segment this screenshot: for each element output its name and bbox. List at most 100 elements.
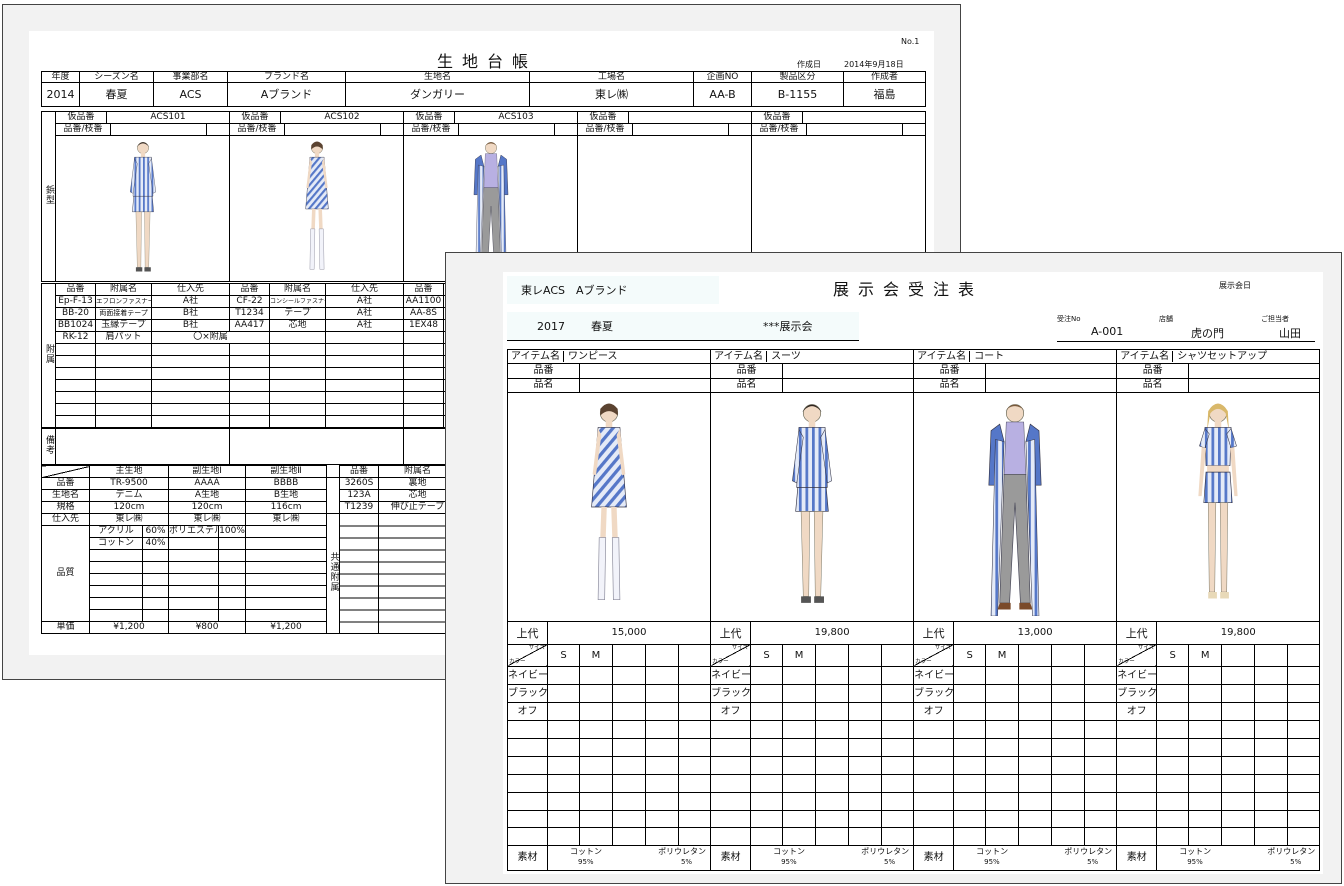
qty-cell[interactable]	[1254, 720, 1289, 739]
qty-cell[interactable]	[1221, 684, 1256, 704]
qty-cell[interactable]	[1287, 702, 1321, 721]
qty-cell[interactable]	[1156, 737, 1190, 757]
qty-cell[interactable]	[1254, 773, 1289, 793]
qty-cell[interactable]	[750, 827, 784, 847]
qty-cell[interactable]	[985, 720, 1020, 739]
qty-cell[interactable]	[782, 809, 817, 829]
qty-cell[interactable]	[1051, 827, 1086, 847]
qty-cell[interactable]	[1221, 791, 1256, 811]
qty-cell[interactable]	[612, 809, 646, 829]
qty-cell[interactable]	[881, 809, 915, 829]
qty-cell[interactable]	[1287, 755, 1321, 775]
qty-cell[interactable]	[848, 827, 883, 847]
qty-cell[interactable]	[985, 809, 1020, 829]
qty-cell[interactable]	[1188, 773, 1223, 793]
qty-cell[interactable]	[953, 755, 987, 775]
qty-cell[interactable]	[1018, 684, 1053, 704]
qty-cell[interactable]	[815, 737, 850, 757]
qty-cell[interactable]	[848, 720, 883, 739]
qty-cell[interactable]	[815, 773, 850, 793]
qty-cell[interactable]	[612, 720, 646, 739]
qty-cell[interactable]	[750, 737, 784, 757]
qty-cell[interactable]	[782, 827, 817, 847]
qty-cell[interactable]	[985, 827, 1020, 847]
qty-cell[interactable]	[985, 755, 1020, 775]
qty-cell[interactable]	[677, 809, 712, 829]
qty-cell[interactable]	[1287, 809, 1321, 829]
qty-cell[interactable]	[1254, 702, 1289, 721]
qty-cell[interactable]	[848, 737, 883, 757]
qty-cell[interactable]	[1254, 791, 1289, 811]
qty-cell[interactable]	[1051, 737, 1086, 757]
qty-cell[interactable]	[1084, 702, 1118, 721]
qty-cell[interactable]	[547, 791, 580, 811]
qty-cell[interactable]	[750, 791, 784, 811]
qty-cell[interactable]	[848, 791, 883, 811]
qty-cell[interactable]	[547, 773, 580, 793]
qty-cell[interactable]	[1018, 737, 1053, 757]
qty-cell[interactable]	[1188, 737, 1223, 757]
qty-cell[interactable]	[547, 809, 580, 829]
qty-cell[interactable]	[547, 755, 580, 775]
qty-cell[interactable]	[1254, 684, 1289, 704]
qty-cell[interactable]	[677, 827, 712, 847]
qty-cell[interactable]	[1188, 827, 1223, 847]
qty-cell[interactable]	[750, 702, 784, 721]
qty-cell[interactable]	[953, 666, 987, 686]
qty-cell[interactable]	[1287, 827, 1321, 847]
qty-cell[interactable]	[677, 791, 712, 811]
qty-cell[interactable]	[1018, 702, 1053, 721]
qty-cell[interactable]	[1084, 684, 1118, 704]
qty-cell[interactable]	[612, 737, 646, 757]
qty-cell[interactable]	[848, 755, 883, 775]
qty-cell[interactable]	[579, 755, 613, 775]
qty-cell[interactable]	[1188, 791, 1223, 811]
qty-cell[interactable]	[612, 666, 646, 686]
qty-cell[interactable]	[1221, 666, 1256, 686]
qty-cell[interactable]	[985, 773, 1020, 793]
qty-cell[interactable]	[645, 737, 679, 757]
qty-cell[interactable]	[612, 684, 646, 704]
qty-cell[interactable]	[677, 773, 712, 793]
qty-cell[interactable]	[1018, 827, 1053, 847]
qty-cell[interactable]	[1051, 666, 1086, 686]
qty-cell[interactable]	[881, 827, 915, 847]
qty-cell[interactable]	[579, 773, 613, 793]
qty-cell[interactable]	[1188, 666, 1223, 686]
qty-cell[interactable]	[579, 684, 613, 704]
qty-cell[interactable]	[815, 755, 850, 775]
qty-cell[interactable]	[1156, 702, 1190, 721]
qty-cell[interactable]	[1188, 684, 1223, 704]
qty-cell[interactable]	[1156, 684, 1190, 704]
qty-cell[interactable]	[645, 684, 679, 704]
qty-cell[interactable]	[1188, 720, 1223, 739]
qty-cell[interactable]	[547, 684, 580, 704]
qty-cell[interactable]	[815, 702, 850, 721]
qty-cell[interactable]	[612, 791, 646, 811]
qty-cell[interactable]	[547, 827, 580, 847]
qty-cell[interactable]	[1084, 666, 1118, 686]
qty-cell[interactable]	[881, 773, 915, 793]
qty-cell[interactable]	[750, 720, 784, 739]
qty-cell[interactable]	[645, 809, 679, 829]
qty-cell[interactable]	[881, 755, 915, 775]
qty-cell[interactable]	[1287, 720, 1321, 739]
qty-cell[interactable]	[985, 737, 1020, 757]
qty-cell[interactable]	[612, 755, 646, 775]
qty-cell[interactable]	[1287, 684, 1321, 704]
qty-cell[interactable]	[677, 720, 712, 739]
qty-cell[interactable]	[1221, 720, 1256, 739]
qty-cell[interactable]	[1018, 755, 1053, 775]
qty-cell[interactable]	[815, 684, 850, 704]
qty-cell[interactable]	[1287, 737, 1321, 757]
qty-cell[interactable]	[1084, 773, 1118, 793]
qty-cell[interactable]	[1018, 666, 1053, 686]
qty-cell[interactable]	[1018, 809, 1053, 829]
qty-cell[interactable]	[815, 809, 850, 829]
qty-cell[interactable]	[677, 755, 712, 775]
qty-cell[interactable]	[782, 773, 817, 793]
qty-cell[interactable]	[579, 791, 613, 811]
qty-cell[interactable]	[953, 773, 987, 793]
qty-cell[interactable]	[985, 684, 1020, 704]
qty-cell[interactable]	[1051, 684, 1086, 704]
